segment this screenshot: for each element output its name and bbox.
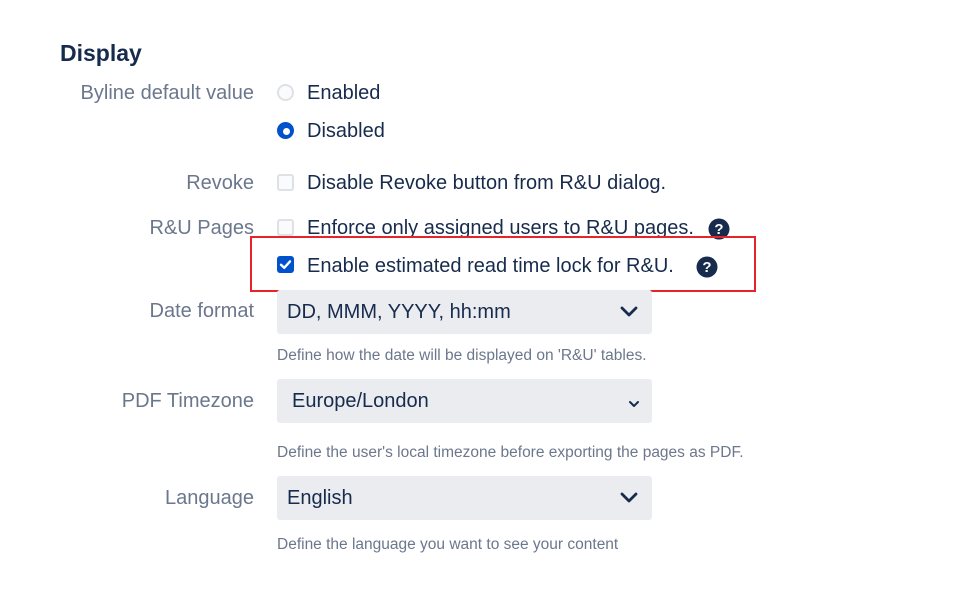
revoke-label: Revoke <box>186 172 254 194</box>
pdf-timezone-label: PDF Timezone <box>121 390 254 412</box>
byline-enabled-label[interactable]: Enabled <box>307 82 380 105</box>
date-format-select[interactable]: DD, MMM, YYYY, hh:mm <box>277 290 652 334</box>
date-format-value: DD, MMM, YYYY, hh:mm <box>287 301 511 323</box>
pdf-timezone-value: Europe/London <box>292 390 429 412</box>
section-title: Display <box>60 40 142 66</box>
language-select[interactable]: English <box>277 476 652 520</box>
chevron-down-icon <box>619 305 639 324</box>
byline-enabled-radio[interactable] <box>277 84 294 101</box>
pdf-timezone-description: Define the user's local timezone before … <box>277 444 744 461</box>
ru-pages-label: R&U Pages <box>149 217 255 239</box>
highlight-annotation-box <box>250 236 756 292</box>
byline-disabled-label[interactable]: Disabled <box>307 120 385 143</box>
language-value: English <box>287 487 353 509</box>
date-format-description: Define how the date will be displayed on… <box>277 347 647 364</box>
byline-disabled-radio[interactable] <box>277 122 294 139</box>
enforce-assigned-users-checkbox[interactable] <box>277 219 294 236</box>
disable-revoke-label[interactable]: Disable Revoke button from R&U dialog. <box>307 172 666 195</box>
chevron-down-icon <box>619 491 639 510</box>
chevron-down-icon <box>628 396 640 414</box>
language-description: Define the language you want to see your… <box>277 536 619 553</box>
pdf-timezone-select[interactable]: Europe/London <box>277 379 652 423</box>
language-label: Language <box>165 487 254 509</box>
byline-label: Byline default value <box>80 82 254 104</box>
date-format-label: Date format <box>149 300 254 322</box>
disable-revoke-checkbox[interactable] <box>277 174 294 191</box>
